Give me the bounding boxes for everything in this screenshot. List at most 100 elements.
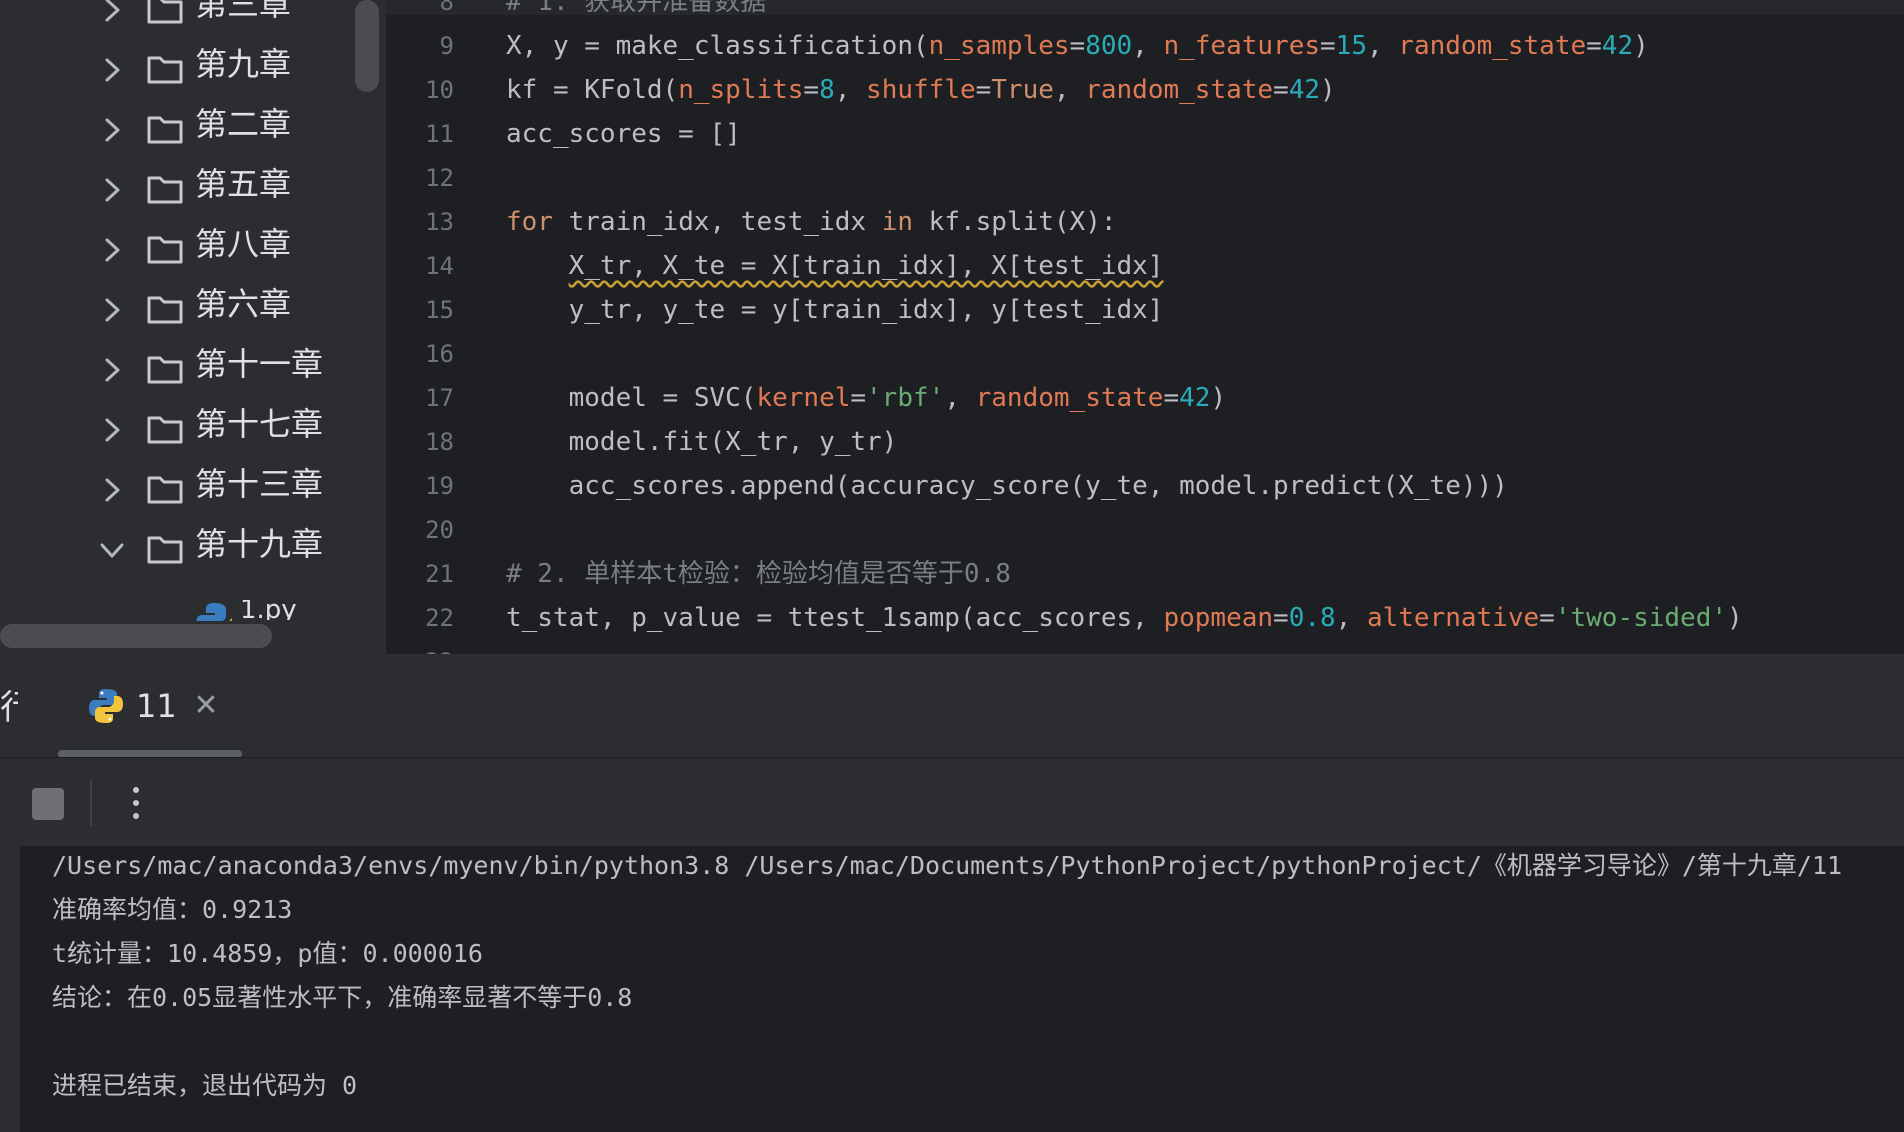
line-number: 16: [425, 340, 454, 368]
tree-folder-item[interactable]: 第十七章: [0, 402, 360, 458]
code-token: acc_scores = []: [506, 119, 741, 149]
code-token: X, y = make_classification(: [506, 31, 929, 61]
code-line[interactable]: 8 # 1. 获取并准备数据: [386, 0, 1904, 24]
code-token: 42: [1179, 383, 1211, 413]
code-token: train_idx, test_idx: [552, 207, 882, 237]
tree-folder-item[interactable]: 第八章: [0, 222, 360, 278]
folder-icon: [146, 50, 184, 88]
line-number: 13: [425, 208, 454, 236]
code-token: kf.split(X):: [913, 207, 1117, 237]
code-token: ,: [1366, 31, 1399, 61]
code-line[interactable]: 15 y_tr, y_te = y[train_idx], y[test_idx…: [386, 288, 1904, 332]
code-line[interactable]: 21 # 2. 单样本t检验：检验均值是否等于0.8: [386, 552, 1904, 596]
code-text: kf = KFold(n_splits=8, shuffle=True, ran…: [506, 68, 1336, 112]
code-line[interactable]: 17 model = SVC(kernel='rbf', random_stat…: [386, 376, 1904, 420]
chevron-right-icon[interactable]: [94, 112, 130, 148]
tree-folder-item[interactable]: 第五章: [0, 162, 360, 218]
line-number: 11: [425, 120, 454, 148]
code-token: ): [1320, 75, 1336, 105]
code-token: model.fit(X_tr, y_tr): [506, 427, 898, 457]
code-token: # 1. 获取并准备数据: [506, 0, 767, 17]
tree-folder-item[interactable]: 第十三章: [0, 462, 360, 518]
chevron-right-icon[interactable]: [94, 472, 130, 508]
chevron-right-icon[interactable]: [94, 52, 130, 88]
console-line: 准确率均值：0.9213: [52, 895, 293, 924]
code-text: acc_scores.append(accuracy_score(y_te, m…: [506, 464, 1508, 508]
code-line[interactable]: 20: [386, 508, 1904, 552]
code-text: for train_idx, test_idx in kf.split(X):: [506, 200, 1117, 244]
code-line[interactable]: 12: [386, 156, 1904, 200]
tree-folder-item[interactable]: 第十一章: [0, 342, 360, 398]
tree-folder-item[interactable]: 第十九章: [0, 522, 360, 578]
chevron-down-icon[interactable]: [94, 532, 130, 568]
run-tab-label: 11: [136, 687, 177, 725]
tree-folder-label: 第十九章: [195, 525, 324, 563]
python-icon: [88, 688, 124, 724]
code-token: n_splits: [678, 75, 804, 105]
code-line[interactable]: 16: [386, 332, 1904, 376]
close-icon[interactable]: ✕: [190, 690, 222, 722]
console-output[interactable]: /Users/mac/anaconda3/envs/myenv/bin/pyth…: [0, 846, 1904, 1132]
code-token: y_tr, y_te = y[train_idx], y[test_idx]: [506, 295, 1164, 325]
toolbar-divider: [90, 780, 92, 826]
code-text: y_tr, y_te = y[train_idx], y[test_idx]: [506, 288, 1164, 332]
line-number: 14: [425, 252, 454, 280]
code-line[interactable]: 23: [386, 640, 1904, 654]
console-gutter: [0, 846, 20, 1132]
line-number: 22: [425, 604, 454, 632]
code-line[interactable]: 14 X_tr, X_te = X[train_idx], X[test_idx…: [386, 244, 1904, 288]
code-token: X_tr, X_te = X[train_idx], X[test_idx]: [568, 251, 1164, 281]
code-token: 15: [1335, 31, 1367, 61]
run-toolbar: [0, 758, 1904, 846]
tree-folder-label: 第十三章: [195, 465, 324, 503]
code-token: =: [1273, 603, 1289, 633]
code-line[interactable]: 9 X, y = make_classification(n_samples=80…: [386, 24, 1904, 68]
code-line[interactable]: 13 for train_idx, test_idx in kf.split(X)…: [386, 200, 1904, 244]
run-tab[interactable]: 11 ✕: [58, 654, 242, 758]
code-token: =: [850, 383, 867, 413]
tree-folder-item[interactable]: 第九章: [0, 42, 360, 98]
code-token: for: [506, 207, 553, 237]
tree-folder-label: 第八章: [195, 225, 292, 263]
tree-folder-label: 第十一章: [195, 345, 324, 383]
code-editor[interactable]: 8 # 1. 获取并准备数据 9 X, y = make_classification…: [386, 0, 1904, 654]
code-line[interactable]: 19 acc_scores.append(accuracy_score(y_te…: [386, 464, 1904, 508]
folder-icon: [146, 170, 184, 208]
tree-folder-item[interactable]: 第二章: [0, 102, 360, 158]
stop-icon[interactable]: [32, 788, 64, 820]
code-token: n_features: [1163, 31, 1321, 61]
code-token: ,: [1335, 603, 1367, 633]
code-token: ,: [834, 75, 867, 105]
code-token: popmean: [1163, 603, 1274, 633]
code-token: ): [1210, 383, 1227, 413]
tree-folder-item[interactable]: 第六章: [0, 282, 360, 338]
tree-folder-item[interactable]: 第三章: [0, 0, 360, 38]
chevron-right-icon[interactable]: [94, 232, 130, 268]
folder-icon: [146, 230, 184, 268]
code-token: model = SVC(: [506, 383, 757, 413]
tree-horizontal-scrollbar[interactable]: [0, 624, 272, 648]
chevron-right-icon[interactable]: [94, 292, 130, 328]
tree-vertical-scrollbar[interactable]: [355, 0, 379, 92]
chevron-right-icon[interactable]: [94, 412, 130, 448]
code-line[interactable]: 10 kf = KFold(n_splits=8, shuffle=True, r…: [386, 68, 1904, 112]
code-token: ,: [1053, 75, 1086, 105]
code-text: # 1. 获取并准备数据: [506, 0, 766, 24]
code-token: alternative: [1366, 603, 1540, 633]
code-line[interactable]: 11 acc_scores = []: [386, 112, 1904, 156]
code-token: =: [975, 75, 992, 105]
code-token: ,: [944, 383, 976, 413]
chevron-right-icon[interactable]: [94, 172, 130, 208]
more-vertical-icon[interactable]: [120, 780, 152, 826]
code-token: 0.8: [1288, 603, 1336, 633]
code-line[interactable]: 18 model.fit(X_tr, y_tr): [386, 420, 1904, 464]
chevron-right-icon[interactable]: [94, 352, 130, 388]
folder-icon: [146, 350, 184, 388]
line-number: 17: [425, 384, 454, 412]
folder-icon: [146, 470, 184, 508]
chevron-right-icon[interactable]: [94, 0, 130, 28]
code-line[interactable]: 22 t_stat, p_value = ttest_1samp(acc_scor…: [386, 596, 1904, 640]
code-token: =: [1320, 31, 1336, 61]
tree-file-label[interactable]: 1.py: [240, 600, 297, 620]
line-number: 19: [425, 472, 454, 500]
